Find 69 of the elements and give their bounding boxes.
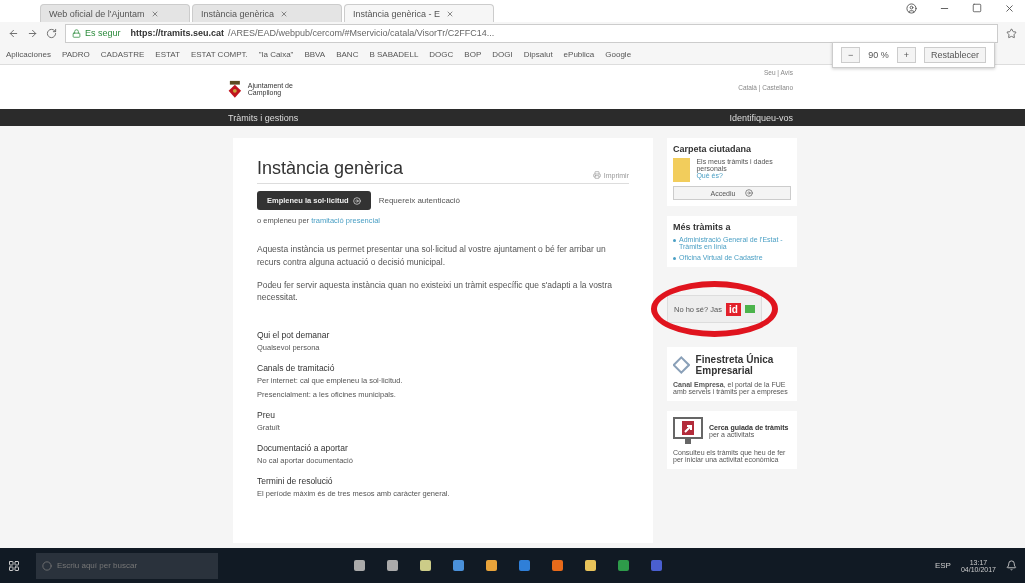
bookmark[interactable]: Dipsalut	[523, 49, 553, 59]
card-title: Carpeta ciutadana	[673, 144, 753, 154]
bookmark[interactable]: Aplicaciones	[6, 49, 51, 59]
zoom-out-button[interactable]: −	[840, 47, 861, 63]
notification-icon[interactable]	[1006, 560, 1017, 571]
reload-icon[interactable]	[46, 27, 57, 39]
section-heading: Termini de resolució	[257, 476, 334, 486]
reset-button[interactable]: Restablecer	[923, 47, 986, 63]
language-indicator[interactable]: ESP	[934, 561, 951, 570]
taskbar-app-icon[interactable]	[618, 560, 629, 571]
section-heading: Qui el pot demanar	[257, 330, 331, 340]
address-bar[interactable]: Es segur https://tramits.seu.cat /ARES/EAD/webpub/cercom/#Mservicio/catala/VisorTr/C2FFC14...	[65, 23, 998, 43]
bookmark[interactable]: BOP	[464, 49, 482, 59]
taskbar-app-icon[interactable]	[387, 560, 398, 571]
section-heading: Preu	[257, 410, 276, 420]
monitor-arrow-icon	[673, 417, 703, 445]
forward-icon[interactable]	[27, 27, 38, 39]
bullet-icon	[673, 257, 676, 260]
page-title: Instància genèrica	[257, 158, 404, 179]
paragraph: Aquesta instància us permet presentar una sol·licitud al vostre ajuntament o bé fer arribar un recurs contra alguna actuació o decisió municipal.	[257, 243, 607, 269]
taskbar-app-icon[interactable]	[453, 560, 464, 571]
zoom-in-button[interactable]: +	[896, 47, 916, 63]
account-icon[interactable]	[906, 3, 917, 14]
lock-icon	[72, 28, 81, 38]
folder-icon	[673, 158, 691, 182]
section-heading: Documentació a aportar	[257, 443, 349, 453]
taskbar-app-icon[interactable]	[519, 560, 530, 571]
bookmark[interactable]: Google	[605, 49, 632, 59]
bullet-icon	[673, 239, 676, 242]
close-icon[interactable]	[150, 9, 159, 18]
browser-tab[interactable]: Instància genèrica	[192, 4, 342, 22]
diamond-icon	[673, 353, 690, 377]
bookmark[interactable]: ePublica	[563, 49, 595, 59]
bookmark[interactable]: BANC	[336, 49, 359, 59]
card-title: Finestreta Única Empresarial	[695, 354, 775, 376]
section-heading: Canals de tramitació	[257, 363, 336, 373]
start-icon[interactable]	[8, 559, 20, 572]
auth-note: Requereix autenticació	[378, 196, 461, 205]
back-icon[interactable]	[8, 27, 19, 39]
star-icon[interactable]	[1006, 27, 1017, 39]
bookmark[interactable]: "la Caixa"	[258, 49, 294, 59]
nav-link[interactable]: Tràmits i gestions	[228, 112, 299, 123]
zoom-popup: − 90 % + Restablecer	[831, 42, 995, 68]
close-icon[interactable]	[280, 9, 289, 18]
taskbar-app-icon[interactable]	[486, 560, 497, 571]
bookmark[interactable]: PADRO	[61, 49, 90, 59]
arrow-circle-icon	[745, 189, 754, 197]
taskbar-app-icon[interactable]	[651, 560, 662, 571]
bookmark[interactable]: B SABADELL	[369, 49, 419, 59]
bookmark[interactable]: BBVA	[304, 49, 326, 59]
taskbar-app-icon[interactable]	[354, 560, 365, 571]
browser-tab[interactable]: Instància genèrica - E	[344, 4, 494, 22]
browser-tab[interactable]: Web oficial de l'Ajuntam	[40, 4, 190, 22]
bookmark[interactable]: ESTAT	[155, 49, 180, 59]
taskbar-app-icon[interactable]	[585, 560, 596, 571]
bookmark[interactable]: CADASTRE	[100, 49, 145, 59]
maximize-icon[interactable]	[972, 3, 982, 13]
bookmark[interactable]: ESTAT COMPT.	[190, 49, 248, 59]
bookmark[interactable]: DOGC	[429, 49, 454, 59]
close-icon[interactable]	[446, 9, 455, 18]
bookmark[interactable]: DOGI	[492, 49, 513, 59]
taskbar-app-icon[interactable]	[420, 560, 431, 571]
search-icon	[42, 560, 52, 571]
close-icon[interactable]	[1004, 3, 1015, 14]
taskbar-app-icon[interactable]	[552, 560, 563, 571]
card-title: Més tràmits a	[673, 222, 732, 232]
arrow-circle-icon	[352, 196, 361, 205]
paragraph: Podeu fer servir aquesta instància quan no existeixi un tràmit específic que s'adapti a la vostra necessitat.	[257, 278, 614, 304]
login-link[interactable]: Identifiqueu-vos	[729, 112, 793, 123]
